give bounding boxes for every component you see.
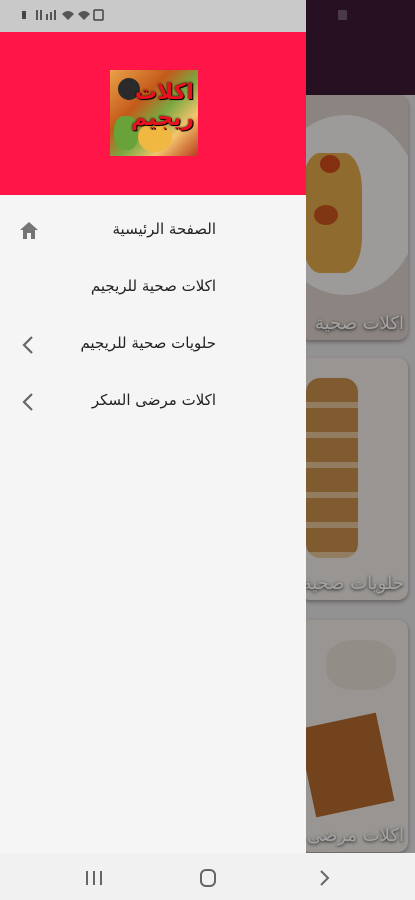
status-bar [0,0,306,32]
recents-icon[interactable] [80,867,108,889]
menu-item-diabetics-food[interactable]: اكلات مرضى السكر [0,375,306,431]
menu-item-label: حلويات صحية للريجيم [80,334,216,352]
status-right-icons [338,8,398,25]
chevron-left-icon [22,336,33,354]
navigation-drawer: اكلات ريجيم الصفحة الرئيسية اكلات صحية ل… [0,32,306,853]
logo-text: اكلات ريجيم [130,80,194,131]
menu-item-home[interactable]: الصفحة الرئيسية [0,204,306,260]
menu-item-label: اكلات صحية للريجيم [90,277,216,295]
status-icons [22,8,108,25]
drawer-header: اكلات ريجيم [0,32,306,195]
menu-item-label: اكلات مرضى السكر [91,391,216,409]
menu-item-label: الصفحة الرئيسية [112,220,217,238]
chevron-left-icon [22,393,33,411]
signal-wifi-icons [22,9,104,21]
menu-item-healthy-sweets[interactable]: حلويات صحية للريجيم [0,318,306,374]
home-button-icon[interactable] [194,867,222,889]
battery-icon [338,10,347,20]
app-logo: اكلات ريجيم [110,70,198,156]
menu-item-healthy-food[interactable]: اكلات صحية للريجيم [0,261,306,317]
home-icon [20,222,38,239]
system-navigation-bar [0,853,415,900]
back-icon[interactable] [310,867,338,889]
